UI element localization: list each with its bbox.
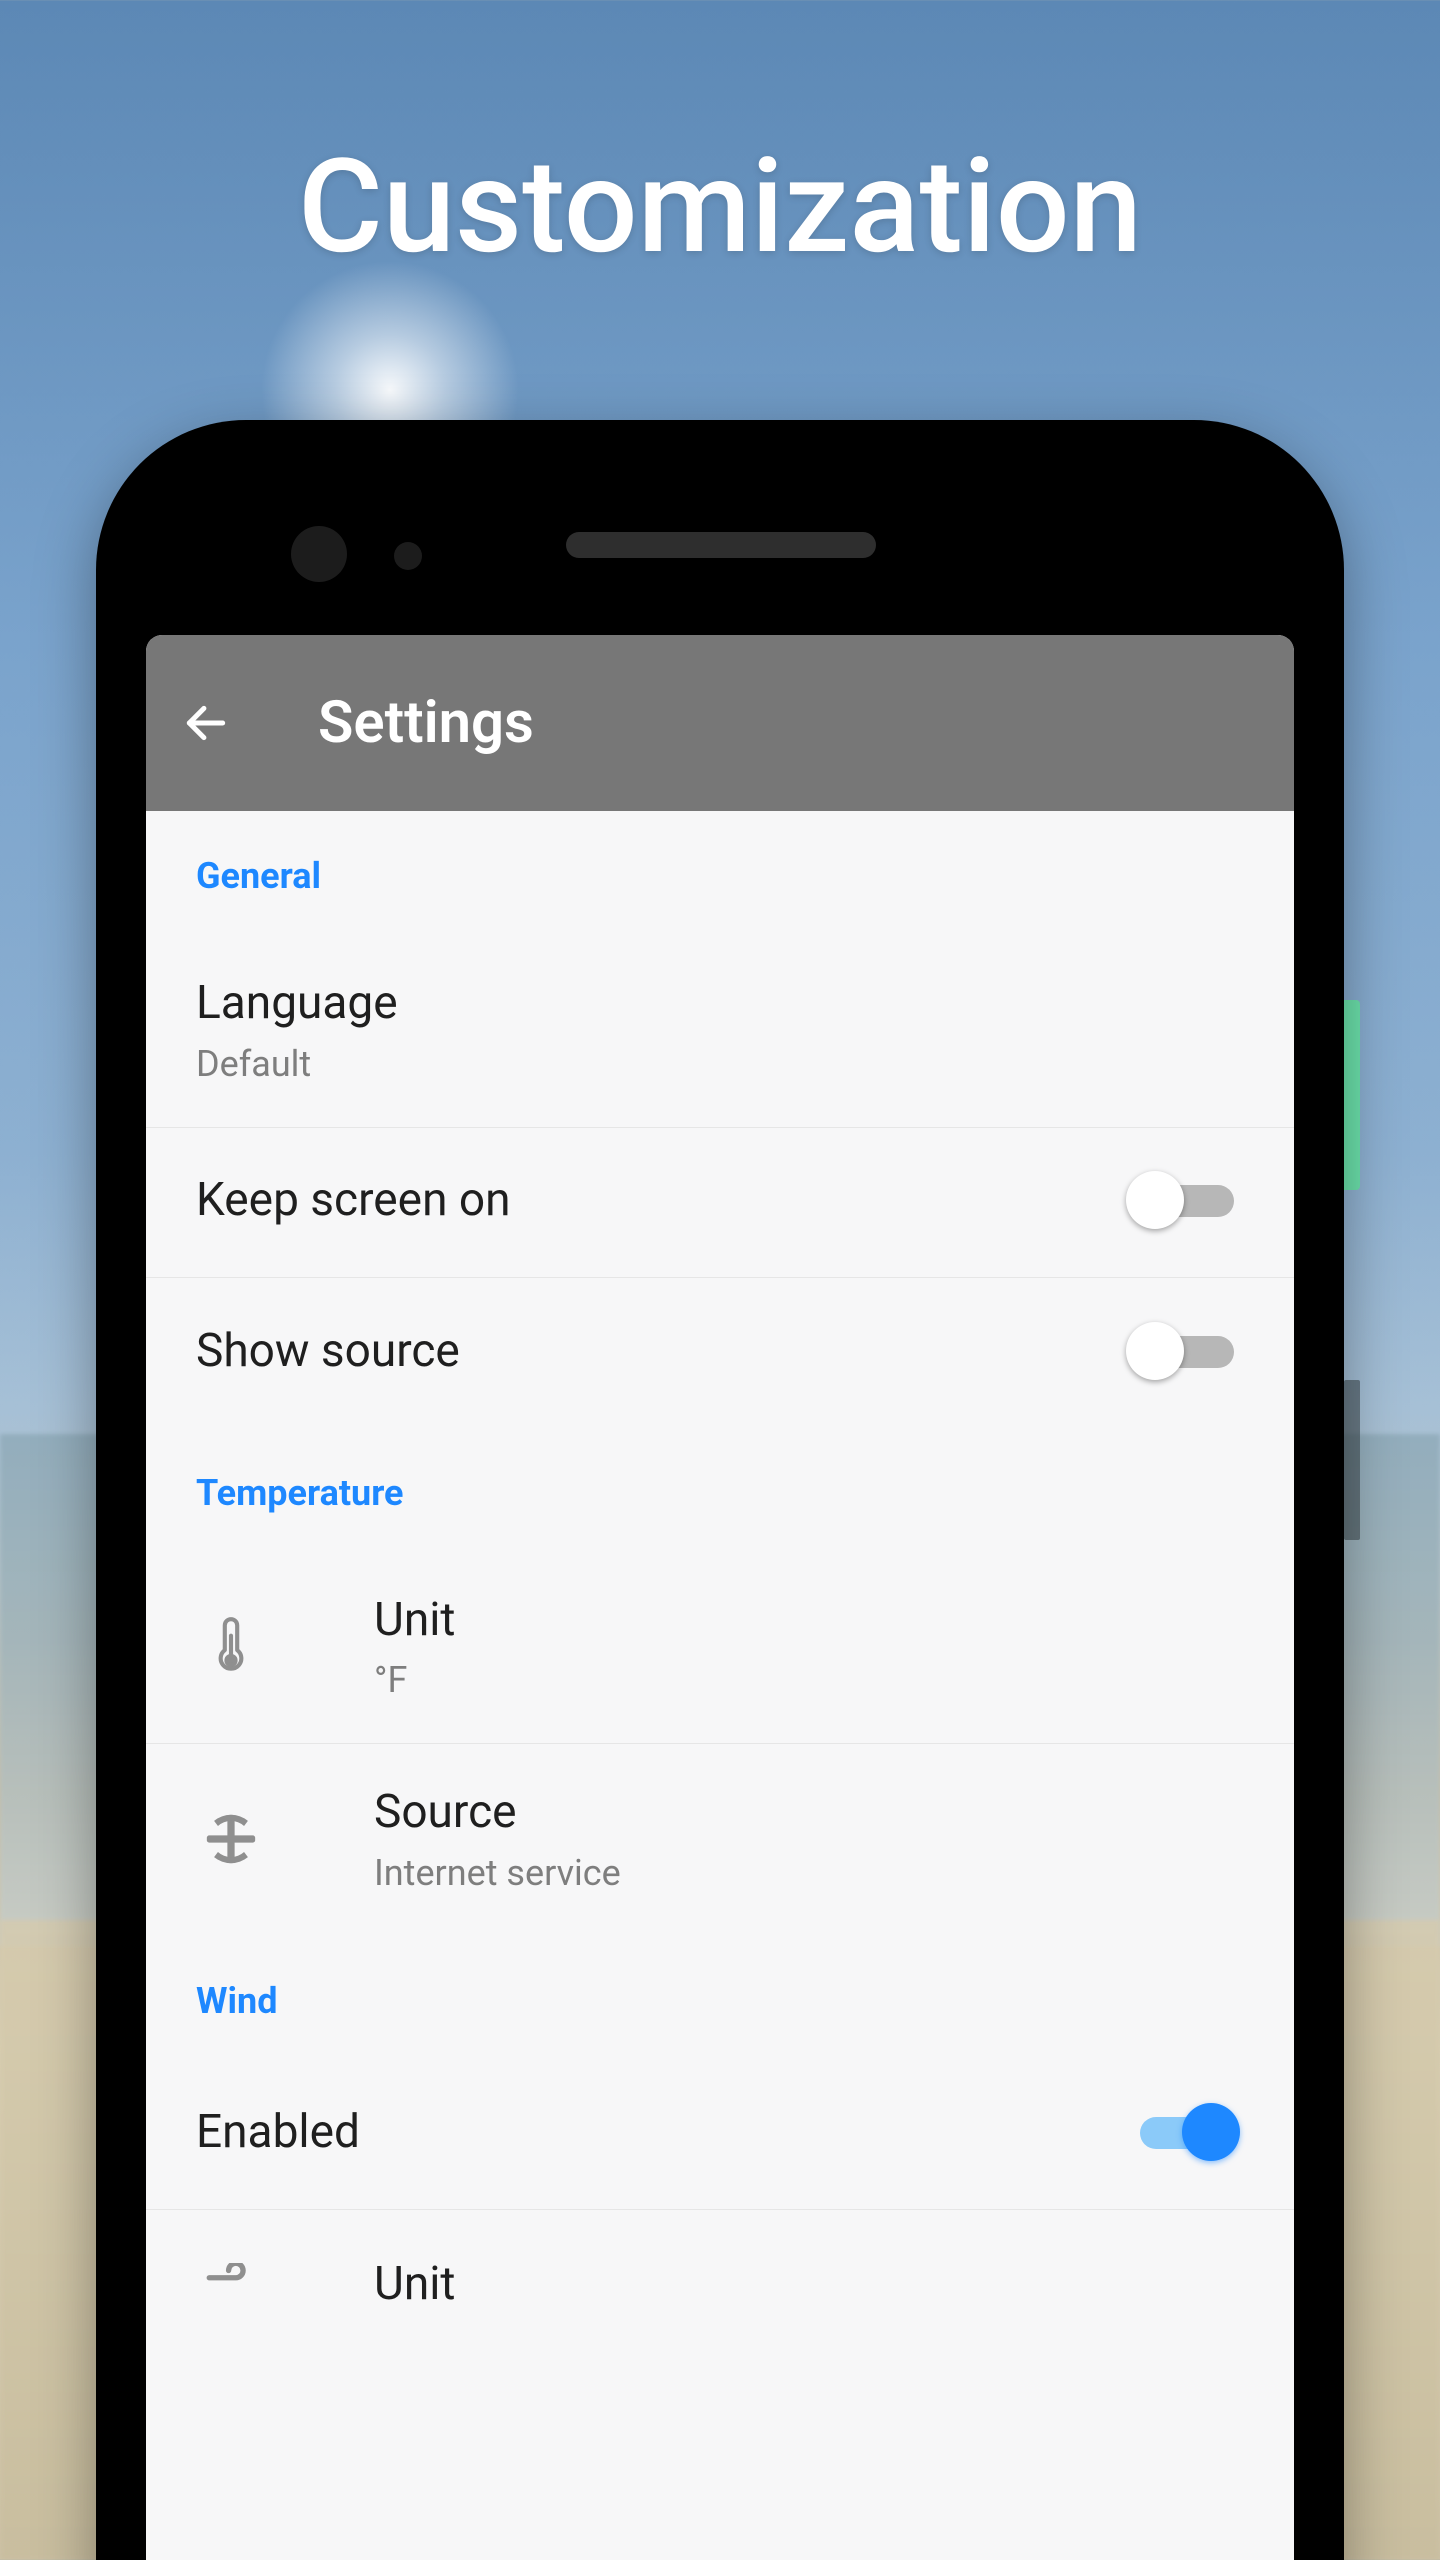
row-temp-unit-title: Unit (374, 1592, 1244, 1650)
phone-frame: Settings General Language Default Keep s… (96, 420, 1344, 2560)
row-temp-unit[interactable]: Unit °F (146, 1552, 1294, 1745)
row-language[interactable]: Language Default (146, 935, 1294, 1128)
phone-camera (291, 526, 347, 582)
row-wind-unit[interactable]: Unit (146, 2210, 1294, 2320)
back-button[interactable] (174, 691, 238, 755)
section-header-temperature: Temperature (146, 1428, 1294, 1552)
bg-dark-accent (1344, 1380, 1360, 1540)
row-temp-unit-value: °F (374, 1659, 1244, 1701)
wind-icon (196, 2250, 266, 2320)
switch-thumb (1126, 1322, 1184, 1380)
row-keep-screen-on[interactable]: Keep screen on (146, 1128, 1294, 1278)
switch-thumb (1126, 1171, 1184, 1229)
phone-notch-area (96, 510, 1344, 580)
row-keep-screen-on-title: Keep screen on (196, 1172, 1126, 1230)
row-show-source-title: Show source (196, 1323, 1126, 1381)
thermometer-icon (196, 1611, 266, 1681)
row-temp-source-value: Internet service (374, 1852, 1244, 1894)
row-wind-enabled-title: Enabled (196, 2104, 1126, 2162)
switch-thumb (1182, 2103, 1240, 2161)
settings-content: General Language Default Keep screen on (146, 811, 1294, 2320)
switch-show-source[interactable] (1126, 1330, 1234, 1374)
row-language-value: Default (196, 1043, 1244, 1085)
switch-keep-screen-on[interactable] (1126, 1179, 1234, 1223)
row-temp-source-title: Source (374, 1784, 1244, 1842)
page-heading: Customization (0, 130, 1440, 283)
phone-sensor (394, 542, 422, 570)
section-header-wind: Wind (146, 1936, 1294, 2060)
row-wind-enabled[interactable]: Enabled (146, 2060, 1294, 2210)
row-temp-source[interactable]: Source Internet service (146, 1744, 1294, 1936)
appbar-title: Settings (318, 689, 534, 757)
phone-screen: Settings General Language Default Keep s… (146, 635, 1294, 2560)
arrow-left-icon (181, 698, 231, 748)
appbar: Settings (146, 635, 1294, 811)
switch-wind-enabled[interactable] (1126, 2111, 1234, 2155)
section-header-general: General (146, 811, 1294, 935)
row-wind-unit-title: Unit (374, 2256, 1244, 2314)
globe-icon (196, 1804, 266, 1874)
row-language-title: Language (196, 975, 1244, 1033)
row-show-source[interactable]: Show source (146, 1278, 1294, 1428)
phone-speaker (566, 532, 876, 558)
